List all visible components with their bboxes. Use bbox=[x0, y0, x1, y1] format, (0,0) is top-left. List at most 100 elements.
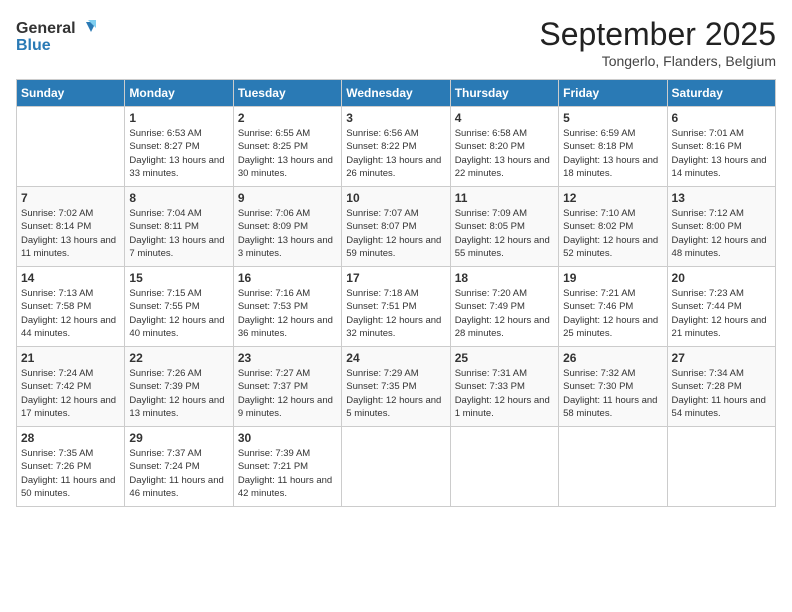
day-info: Sunrise: 7:35 AMSunset: 7:26 PMDaylight:… bbox=[21, 447, 120, 500]
day-number: 16 bbox=[238, 271, 337, 285]
day-number: 26 bbox=[563, 351, 662, 365]
day-info: Sunrise: 7:34 AMSunset: 7:28 PMDaylight:… bbox=[672, 367, 771, 420]
day-info: Sunrise: 7:04 AMSunset: 8:11 PMDaylight:… bbox=[129, 207, 228, 260]
day-number: 22 bbox=[129, 351, 228, 365]
day-number: 2 bbox=[238, 111, 337, 125]
day-info: Sunrise: 6:56 AMSunset: 8:22 PMDaylight:… bbox=[346, 127, 445, 180]
calendar-cell: 14 Sunrise: 7:13 AMSunset: 7:58 PMDaylig… bbox=[17, 267, 125, 347]
logo-blue-text: Blue bbox=[16, 37, 51, 55]
day-number: 4 bbox=[455, 111, 554, 125]
day-number: 28 bbox=[21, 431, 120, 445]
title-area: September 2025 Tongerlo, Flanders, Belgi… bbox=[539, 16, 776, 69]
calendar-cell: 18 Sunrise: 7:20 AMSunset: 7:49 PMDaylig… bbox=[450, 267, 558, 347]
calendar-cell: 7 Sunrise: 7:02 AMSunset: 8:14 PMDayligh… bbox=[17, 187, 125, 267]
day-number: 8 bbox=[129, 191, 228, 205]
day-number: 29 bbox=[129, 431, 228, 445]
day-info: Sunrise: 7:13 AMSunset: 7:58 PMDaylight:… bbox=[21, 287, 120, 340]
day-number: 18 bbox=[455, 271, 554, 285]
day-info: Sunrise: 7:12 AMSunset: 8:00 PMDaylight:… bbox=[672, 207, 771, 260]
calendar-cell: 27 Sunrise: 7:34 AMSunset: 7:28 PMDaylig… bbox=[667, 347, 775, 427]
day-number: 6 bbox=[672, 111, 771, 125]
day-info: Sunrise: 7:26 AMSunset: 7:39 PMDaylight:… bbox=[129, 367, 228, 420]
calendar-cell: 29 Sunrise: 7:37 AMSunset: 7:24 PMDaylig… bbox=[125, 427, 233, 507]
day-info: Sunrise: 7:16 AMSunset: 7:53 PMDaylight:… bbox=[238, 287, 337, 340]
day-number: 23 bbox=[238, 351, 337, 365]
calendar-cell: 15 Sunrise: 7:15 AMSunset: 7:55 PMDaylig… bbox=[125, 267, 233, 347]
calendar-cell: 3 Sunrise: 6:56 AMSunset: 8:22 PMDayligh… bbox=[342, 107, 450, 187]
day-info: Sunrise: 7:31 AMSunset: 7:33 PMDaylight:… bbox=[455, 367, 554, 420]
calendar-cell: 26 Sunrise: 7:32 AMSunset: 7:30 PMDaylig… bbox=[559, 347, 667, 427]
day-info: Sunrise: 7:29 AMSunset: 7:35 PMDaylight:… bbox=[346, 367, 445, 420]
weekday-header-monday: Monday bbox=[125, 80, 233, 107]
day-info: Sunrise: 7:37 AMSunset: 7:24 PMDaylight:… bbox=[129, 447, 228, 500]
calendar-cell: 16 Sunrise: 7:16 AMSunset: 7:53 PMDaylig… bbox=[233, 267, 341, 347]
calendar-cell: 19 Sunrise: 7:21 AMSunset: 7:46 PMDaylig… bbox=[559, 267, 667, 347]
day-number: 11 bbox=[455, 191, 554, 205]
day-info: Sunrise: 7:24 AMSunset: 7:42 PMDaylight:… bbox=[21, 367, 120, 420]
day-info: Sunrise: 7:09 AMSunset: 8:05 PMDaylight:… bbox=[455, 207, 554, 260]
calendar-cell: 25 Sunrise: 7:31 AMSunset: 7:33 PMDaylig… bbox=[450, 347, 558, 427]
calendar-cell: 13 Sunrise: 7:12 AMSunset: 8:00 PMDaylig… bbox=[667, 187, 775, 267]
calendar-week-1: 1 Sunrise: 6:53 AMSunset: 8:27 PMDayligh… bbox=[17, 107, 776, 187]
weekday-header-row: SundayMondayTuesdayWednesdayThursdayFrid… bbox=[17, 80, 776, 107]
calendar-cell: 12 Sunrise: 7:10 AMSunset: 8:02 PMDaylig… bbox=[559, 187, 667, 267]
calendar-cell: 24 Sunrise: 7:29 AMSunset: 7:35 PMDaylig… bbox=[342, 347, 450, 427]
calendar-cell: 23 Sunrise: 7:27 AMSunset: 7:37 PMDaylig… bbox=[233, 347, 341, 427]
day-info: Sunrise: 7:10 AMSunset: 8:02 PMDaylight:… bbox=[563, 207, 662, 260]
calendar-cell: 1 Sunrise: 6:53 AMSunset: 8:27 PMDayligh… bbox=[125, 107, 233, 187]
day-number: 7 bbox=[21, 191, 120, 205]
day-number: 14 bbox=[21, 271, 120, 285]
day-number: 19 bbox=[563, 271, 662, 285]
day-number: 12 bbox=[563, 191, 662, 205]
weekday-header-tuesday: Tuesday bbox=[233, 80, 341, 107]
day-info: Sunrise: 7:15 AMSunset: 7:55 PMDaylight:… bbox=[129, 287, 228, 340]
calendar-cell: 10 Sunrise: 7:07 AMSunset: 8:07 PMDaylig… bbox=[342, 187, 450, 267]
calendar-cell: 20 Sunrise: 7:23 AMSunset: 7:44 PMDaylig… bbox=[667, 267, 775, 347]
day-info: Sunrise: 7:32 AMSunset: 7:30 PMDaylight:… bbox=[563, 367, 662, 420]
day-info: Sunrise: 7:07 AMSunset: 8:07 PMDaylight:… bbox=[346, 207, 445, 260]
day-info: Sunrise: 7:18 AMSunset: 7:51 PMDaylight:… bbox=[346, 287, 445, 340]
calendar-cell: 8 Sunrise: 7:04 AMSunset: 8:11 PMDayligh… bbox=[125, 187, 233, 267]
calendar-cell: 17 Sunrise: 7:18 AMSunset: 7:51 PMDaylig… bbox=[342, 267, 450, 347]
day-number: 9 bbox=[238, 191, 337, 205]
calendar-cell bbox=[559, 427, 667, 507]
calendar-week-4: 21 Sunrise: 7:24 AMSunset: 7:42 PMDaylig… bbox=[17, 347, 776, 427]
calendar-cell: 4 Sunrise: 6:58 AMSunset: 8:20 PMDayligh… bbox=[450, 107, 558, 187]
day-info: Sunrise: 7:27 AMSunset: 7:37 PMDaylight:… bbox=[238, 367, 337, 420]
day-info: Sunrise: 7:21 AMSunset: 7:46 PMDaylight:… bbox=[563, 287, 662, 340]
day-number: 20 bbox=[672, 271, 771, 285]
day-info: Sunrise: 6:58 AMSunset: 8:20 PMDaylight:… bbox=[455, 127, 554, 180]
calendar-cell: 6 Sunrise: 7:01 AMSunset: 8:16 PMDayligh… bbox=[667, 107, 775, 187]
day-number: 17 bbox=[346, 271, 445, 285]
month-title: September 2025 bbox=[539, 16, 776, 53]
day-info: Sunrise: 7:06 AMSunset: 8:09 PMDaylight:… bbox=[238, 207, 337, 260]
weekday-header-saturday: Saturday bbox=[667, 80, 775, 107]
location-title: Tongerlo, Flanders, Belgium bbox=[539, 53, 776, 69]
day-number: 5 bbox=[563, 111, 662, 125]
day-number: 24 bbox=[346, 351, 445, 365]
logo-block: General Blue bbox=[16, 20, 96, 55]
calendar-cell bbox=[342, 427, 450, 507]
calendar-table: SundayMondayTuesdayWednesdayThursdayFrid… bbox=[16, 79, 776, 507]
header: General Blue September 2025 Tongerlo, Fl… bbox=[16, 16, 776, 69]
day-info: Sunrise: 7:23 AMSunset: 7:44 PMDaylight:… bbox=[672, 287, 771, 340]
calendar-cell bbox=[667, 427, 775, 507]
day-number: 21 bbox=[21, 351, 120, 365]
calendar-cell bbox=[17, 107, 125, 187]
calendar-week-2: 7 Sunrise: 7:02 AMSunset: 8:14 PMDayligh… bbox=[17, 187, 776, 267]
day-number: 30 bbox=[238, 431, 337, 445]
day-info: Sunrise: 7:39 AMSunset: 7:21 PMDaylight:… bbox=[238, 447, 337, 500]
day-info: Sunrise: 6:59 AMSunset: 8:18 PMDaylight:… bbox=[563, 127, 662, 180]
calendar-cell: 28 Sunrise: 7:35 AMSunset: 7:26 PMDaylig… bbox=[17, 427, 125, 507]
day-info: Sunrise: 7:20 AMSunset: 7:49 PMDaylight:… bbox=[455, 287, 554, 340]
day-number: 10 bbox=[346, 191, 445, 205]
calendar-cell: 11 Sunrise: 7:09 AMSunset: 8:05 PMDaylig… bbox=[450, 187, 558, 267]
day-number: 3 bbox=[346, 111, 445, 125]
day-number: 13 bbox=[672, 191, 771, 205]
day-number: 15 bbox=[129, 271, 228, 285]
calendar-cell: 30 Sunrise: 7:39 AMSunset: 7:21 PMDaylig… bbox=[233, 427, 341, 507]
calendar-cell bbox=[450, 427, 558, 507]
day-info: Sunrise: 7:01 AMSunset: 8:16 PMDaylight:… bbox=[672, 127, 771, 180]
day-number: 27 bbox=[672, 351, 771, 365]
calendar-cell: 2 Sunrise: 6:55 AMSunset: 8:25 PMDayligh… bbox=[233, 107, 341, 187]
